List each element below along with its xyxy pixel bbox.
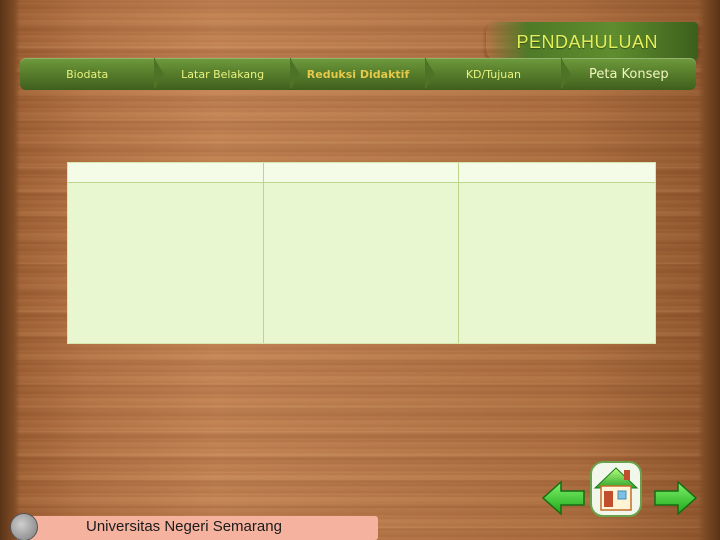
footer-bar: Universitas Negeri Semarang [10, 513, 378, 540]
top-navigation: Biodata Latar Belakang Reduksi Didaktif … [20, 58, 697, 90]
next-button[interactable] [652, 478, 698, 518]
nav-item-reduksi-didaktif[interactable]: Reduksi Didaktif [290, 58, 436, 90]
nav-item-latar-belakang[interactable]: Latar Belakang [155, 58, 300, 90]
nav-item-label: Biodata [66, 67, 109, 81]
previous-button[interactable] [541, 478, 587, 518]
home-icon [590, 461, 642, 517]
nav-item-label: Peta Konsep [588, 66, 669, 82]
footer-text: Universitas Negeri Semarang [86, 518, 282, 535]
right-border [698, 0, 720, 540]
left-border [0, 0, 20, 540]
nav-separator [154, 58, 165, 90]
nav-item-peta-konsep[interactable]: Peta Konsep [561, 58, 697, 90]
home-button[interactable] [587, 458, 645, 520]
slide-title: PENDAHULUAN [516, 32, 658, 52]
table-header-cell [263, 163, 460, 183]
table-header-cell [68, 163, 264, 183]
nav-item-label: Reduksi Didaktif [306, 67, 410, 81]
table-body-cell [68, 183, 264, 343]
university-logo-icon [10, 513, 38, 540]
nav-separator [425, 58, 436, 90]
nav-item-label: Latar Belakang [181, 67, 265, 81]
nav-item-biodata[interactable]: Biodata [20, 58, 165, 90]
title-banner: PENDAHULUAN [486, 22, 698, 60]
table-body-cell [263, 183, 460, 343]
nav-item-kd-tujuan[interactable]: KD/Tujuan [426, 58, 571, 90]
right-arrow-icon [654, 480, 698, 516]
nav-separator [560, 58, 571, 90]
slide-canvas: PENDAHULUAN Biodata Latar Belakang Reduk… [0, 0, 720, 540]
left-arrow-icon [541, 480, 585, 516]
content-table [67, 162, 656, 344]
nav-separator [289, 58, 300, 90]
nav-item-label: KD/Tujuan [465, 67, 521, 81]
table-header-cell [459, 163, 655, 183]
table-body-cell [459, 183, 655, 343]
